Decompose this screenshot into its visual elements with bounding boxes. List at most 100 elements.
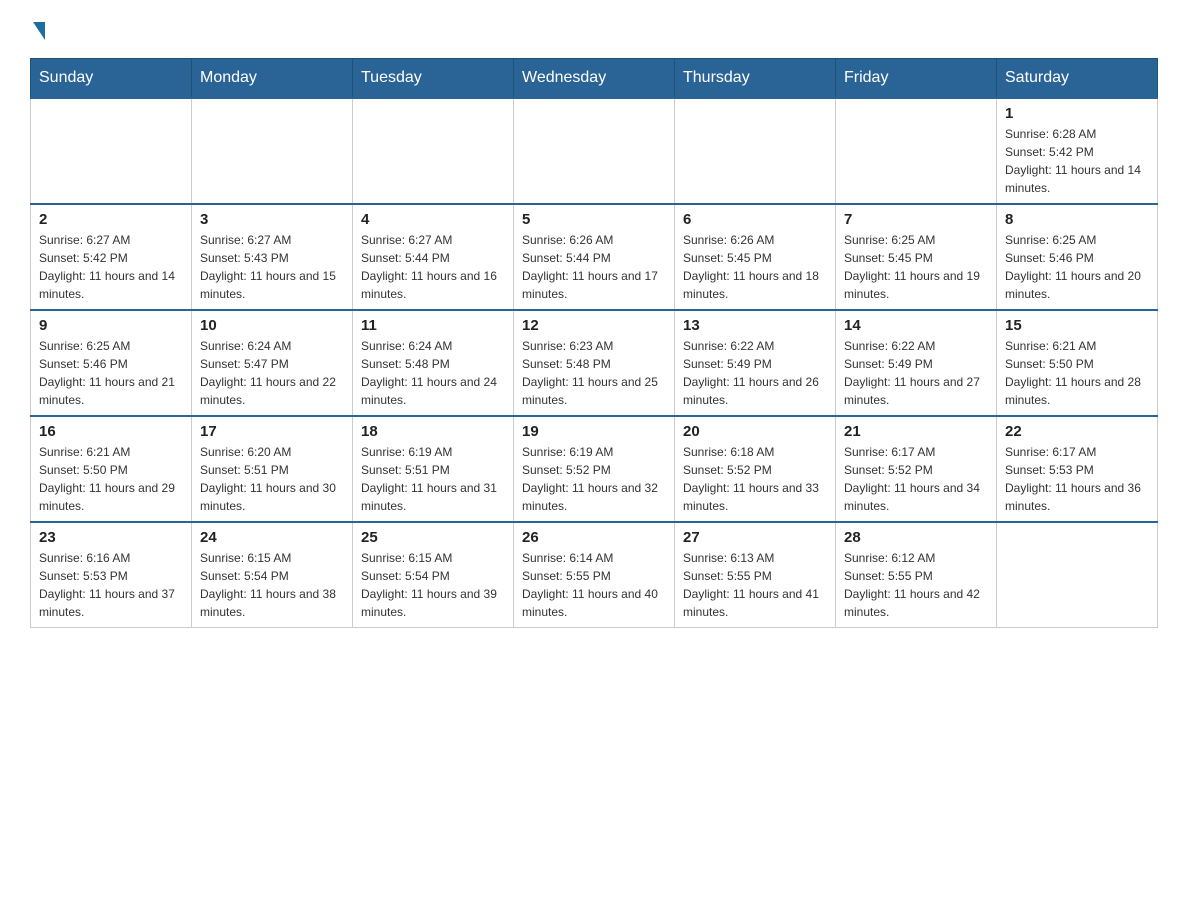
day-number: 14 [844,317,988,334]
calendar-cell: 6 Sunrise: 6:26 AMSunset: 5:45 PMDaylight… [675,204,836,310]
calendar-cell: 13 Sunrise: 6:22 AMSunset: 5:49 PMDayligh… [675,310,836,416]
day-number: 23 [39,529,183,546]
calendar-cell: 28 Sunrise: 6:12 AMSunset: 5:55 PMDayligh… [836,522,997,628]
day-info: Sunrise: 6:26 AMSunset: 5:44 PMDaylight:… [522,231,666,303]
logo-top [30,20,45,40]
day-number: 19 [522,423,666,440]
calendar-cell: 27 Sunrise: 6:13 AMSunset: 5:55 PMDayligh… [675,522,836,628]
day-info: Sunrise: 6:23 AMSunset: 5:48 PMDaylight:… [522,337,666,409]
day-number: 22 [1005,423,1149,440]
calendar-cell [514,98,675,204]
logo-arrow-icon [33,22,45,40]
calendar-cell: 16 Sunrise: 6:21 AMSunset: 5:50 PMDayligh… [31,416,192,522]
calendar-header-wednesday: Wednesday [514,59,675,99]
day-number: 21 [844,423,988,440]
day-info: Sunrise: 6:25 AMSunset: 5:46 PMDaylight:… [39,337,183,409]
calendar-header-monday: Monday [192,59,353,99]
day-info: Sunrise: 6:19 AMSunset: 5:52 PMDaylight:… [522,443,666,515]
calendar-cell [353,98,514,204]
calendar-cell: 3 Sunrise: 6:27 AMSunset: 5:43 PMDaylight… [192,204,353,310]
calendar-cell: 2 Sunrise: 6:27 AMSunset: 5:42 PMDaylight… [31,204,192,310]
calendar-week-row: 2 Sunrise: 6:27 AMSunset: 5:42 PMDaylight… [31,204,1158,310]
day-number: 13 [683,317,827,334]
day-number: 6 [683,211,827,228]
calendar-cell: 19 Sunrise: 6:19 AMSunset: 5:52 PMDayligh… [514,416,675,522]
day-number: 16 [39,423,183,440]
calendar-week-row: 9 Sunrise: 6:25 AMSunset: 5:46 PMDaylight… [31,310,1158,416]
calendar-cell: 22 Sunrise: 6:17 AMSunset: 5:53 PMDayligh… [997,416,1158,522]
day-info: Sunrise: 6:25 AMSunset: 5:45 PMDaylight:… [844,231,988,303]
calendar-week-row: 16 Sunrise: 6:21 AMSunset: 5:50 PMDayligh… [31,416,1158,522]
calendar-header-saturday: Saturday [997,59,1158,99]
day-number: 28 [844,529,988,546]
day-info: Sunrise: 6:21 AMSunset: 5:50 PMDaylight:… [39,443,183,515]
day-number: 5 [522,211,666,228]
day-number: 4 [361,211,505,228]
calendar-cell: 1 Sunrise: 6:28 AMSunset: 5:42 PMDaylight… [997,98,1158,204]
day-info: Sunrise: 6:28 AMSunset: 5:42 PMDaylight:… [1005,125,1149,197]
day-info: Sunrise: 6:26 AMSunset: 5:45 PMDaylight:… [683,231,827,303]
day-info: Sunrise: 6:13 AMSunset: 5:55 PMDaylight:… [683,549,827,621]
calendar-cell: 11Sunrise: 6:24 AMSunset: 5:48 PMDayligh… [353,310,514,416]
day-number: 3 [200,211,344,228]
calendar-cell: 8 Sunrise: 6:25 AMSunset: 5:46 PMDaylight… [997,204,1158,310]
calendar-cell [997,522,1158,628]
calendar-cell: 20 Sunrise: 6:18 AMSunset: 5:52 PMDayligh… [675,416,836,522]
day-number: 12 [522,317,666,334]
calendar-cell [31,98,192,204]
day-info: Sunrise: 6:27 AMSunset: 5:43 PMDaylight:… [200,231,344,303]
day-number: 1 [1005,105,1149,122]
day-info: Sunrise: 6:19 AMSunset: 5:51 PMDaylight:… [361,443,505,515]
calendar-cell: 5 Sunrise: 6:26 AMSunset: 5:44 PMDaylight… [514,204,675,310]
logo [30,20,45,38]
calendar-cell: 12 Sunrise: 6:23 AMSunset: 5:48 PMDayligh… [514,310,675,416]
calendar-cell: 26 Sunrise: 6:14 AMSunset: 5:55 PMDayligh… [514,522,675,628]
day-info: Sunrise: 6:21 AMSunset: 5:50 PMDaylight:… [1005,337,1149,409]
day-info: Sunrise: 6:14 AMSunset: 5:55 PMDaylight:… [522,549,666,621]
day-info: Sunrise: 6:12 AMSunset: 5:55 PMDaylight:… [844,549,988,621]
day-info: Sunrise: 6:17 AMSunset: 5:52 PMDaylight:… [844,443,988,515]
day-number: 18 [361,423,505,440]
calendar-table: SundayMondayTuesdayWednesdayThursdayFrid… [30,58,1158,628]
day-number: 10 [200,317,344,334]
day-info: Sunrise: 6:22 AMSunset: 5:49 PMDaylight:… [683,337,827,409]
day-number: 25 [361,529,505,546]
calendar-cell: 10Sunrise: 6:24 AMSunset: 5:47 PMDayligh… [192,310,353,416]
day-info: Sunrise: 6:27 AMSunset: 5:42 PMDaylight:… [39,231,183,303]
day-info: Sunrise: 6:27 AMSunset: 5:44 PMDaylight:… [361,231,505,303]
day-info: Sunrise: 6:15 AMSunset: 5:54 PMDaylight:… [200,549,344,621]
calendar-cell [192,98,353,204]
calendar-cell: 18 Sunrise: 6:19 AMSunset: 5:51 PMDayligh… [353,416,514,522]
calendar-cell: 9 Sunrise: 6:25 AMSunset: 5:46 PMDaylight… [31,310,192,416]
day-info: Sunrise: 6:17 AMSunset: 5:53 PMDaylight:… [1005,443,1149,515]
day-number: 17 [200,423,344,440]
day-number: 26 [522,529,666,546]
day-number: 27 [683,529,827,546]
calendar-cell: 17 Sunrise: 6:20 AMSunset: 5:51 PMDayligh… [192,416,353,522]
calendar-cell: 25 Sunrise: 6:15 AMSunset: 5:54 PMDayligh… [353,522,514,628]
calendar-header-sunday: Sunday [31,59,192,99]
calendar-cell: 15 Sunrise: 6:21 AMSunset: 5:50 PMDayligh… [997,310,1158,416]
calendar-header-row: SundayMondayTuesdayWednesdayThursdayFrid… [31,59,1158,99]
day-number: 15 [1005,317,1149,334]
day-number: 2 [39,211,183,228]
day-number: 7 [844,211,988,228]
calendar-cell: 23 Sunrise: 6:16 AMSunset: 5:53 PMDayligh… [31,522,192,628]
calendar-cell: 14 Sunrise: 6:22 AMSunset: 5:49 PMDayligh… [836,310,997,416]
day-number: 24 [200,529,344,546]
day-number: 20 [683,423,827,440]
calendar-header-thursday: Thursday [675,59,836,99]
day-info: Sunrise: 6:25 AMSunset: 5:46 PMDaylight:… [1005,231,1149,303]
day-info: Sunrise: 6:22 AMSunset: 5:49 PMDaylight:… [844,337,988,409]
page-header [30,20,1158,38]
day-info: Sunrise: 6:16 AMSunset: 5:53 PMDaylight:… [39,549,183,621]
calendar-cell: 24 Sunrise: 6:15 AMSunset: 5:54 PMDayligh… [192,522,353,628]
calendar-cell [675,98,836,204]
day-info: Sunrise: 6:18 AMSunset: 5:52 PMDaylight:… [683,443,827,515]
day-number: 8 [1005,211,1149,228]
day-info: Sunrise: 6:15 AMSunset: 5:54 PMDaylight:… [361,549,505,621]
calendar-cell: 21 Sunrise: 6:17 AMSunset: 5:52 PMDayligh… [836,416,997,522]
day-number: 9 [39,317,183,334]
day-info: Sunrise: 6:20 AMSunset: 5:51 PMDaylight:… [200,443,344,515]
calendar-cell: 4 Sunrise: 6:27 AMSunset: 5:44 PMDaylight… [353,204,514,310]
